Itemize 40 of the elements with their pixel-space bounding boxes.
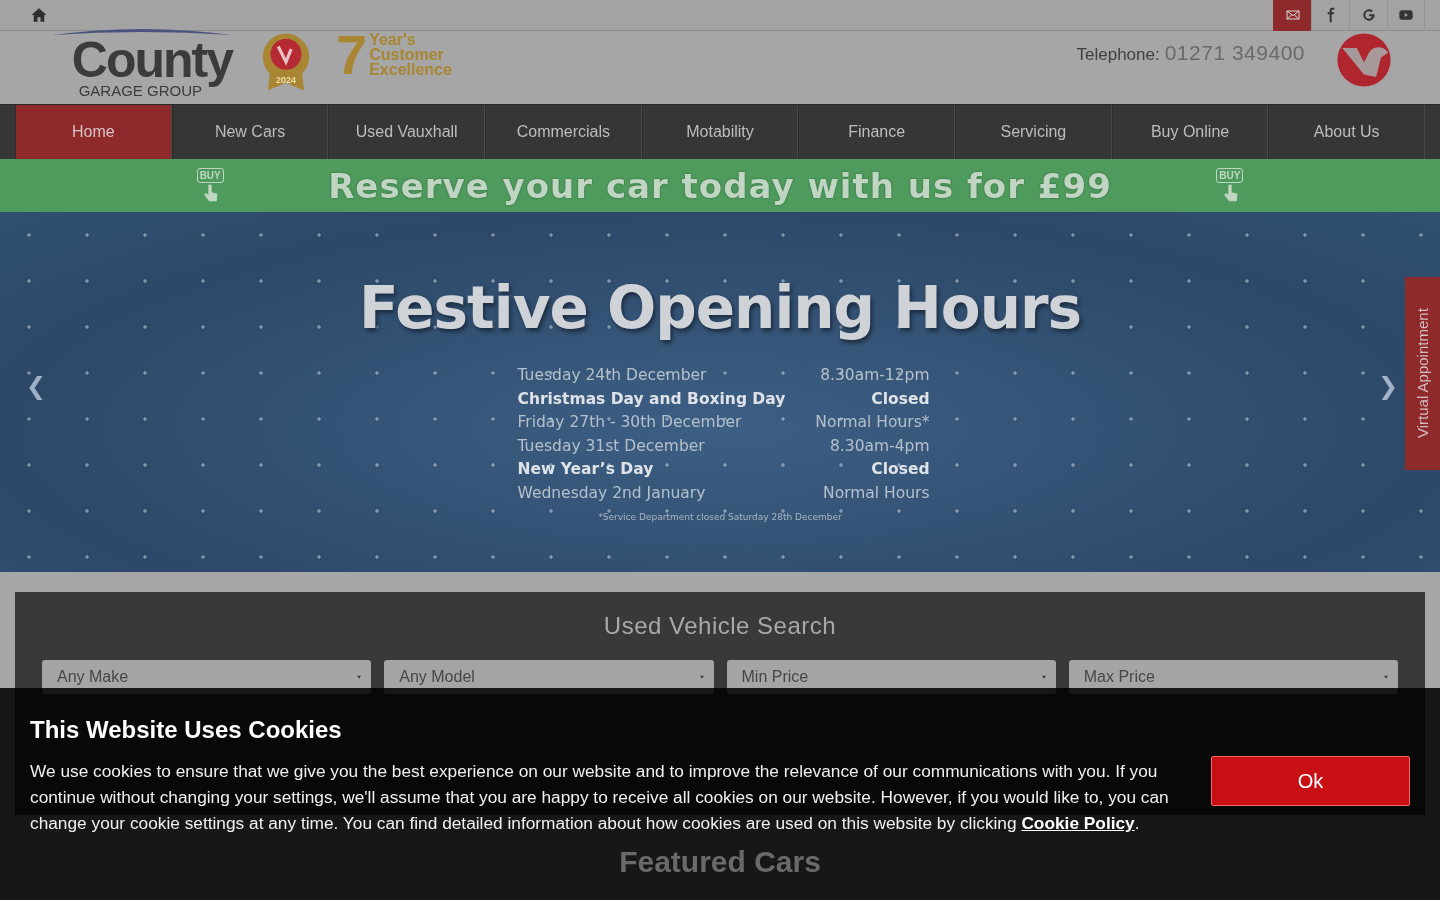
buy-label: BUY <box>1216 168 1244 183</box>
award-text: Year's <box>369 32 417 47</box>
next-slide-arrow[interactable]: ❯ <box>1377 372 1398 400</box>
previous-slide-arrow[interactable]: ❮ <box>26 372 47 400</box>
day-text: New Year’s Day <box>517 459 655 481</box>
award-text: Customer <box>369 47 445 62</box>
day-text: Tuesday 31st December <box>517 435 706 457</box>
youtube-icon <box>1398 7 1414 23</box>
hours-text: 8.30am-12pm <box>819 365 930 386</box>
day-text: Christmas Day and Boxing Day <box>517 388 786 410</box>
buy-label: BUY <box>196 168 224 183</box>
phone-label: Telephone: <box>1076 45 1160 65</box>
hero-title: Festive Opening Hours <box>358 274 1082 342</box>
hours-text: Normal Hours <box>822 482 930 504</box>
ok-button[interactable]: Ok <box>1211 756 1410 806</box>
cookie-title: This Website Uses Cookies <box>30 716 342 744</box>
section-title: Featured Cars <box>619 845 821 879</box>
cookie-notice-text: We use cookies to ensure that we give you the best experience on our website and to improve the relevance of our communications with you. If you continue without changing your settings, we'll assume that you are happy to receive all cookies on our website. However, if you would like to, you can change your cookie settings at any time. You can find detailed information about how cookies are used on this website by clicking Cookie Policy. <box>30 760 1170 835</box>
virtual-appointment-tab[interactable]: Virtual Appointment <box>1405 277 1440 470</box>
mail-icon <box>1284 7 1301 23</box>
footnote-text: *Service Department closed Saturday 28th December <box>598 511 842 522</box>
day-text: Wednesday 2nd January <box>517 482 707 504</box>
google-icon <box>1360 7 1377 23</box>
hours-text: Closed <box>870 388 930 410</box>
hours-text: 8.30am-4pm <box>829 435 930 457</box>
hours-text: Normal Hours* <box>815 412 930 434</box>
caret-icon <box>1382 673 1390 681</box>
day-text: Friday 27th - 30th December <box>517 412 743 434</box>
nav-tab[interactable]: Home <box>15 105 172 159</box>
badge-year: 2024 <box>275 75 297 85</box>
award-number: 7 <box>336 27 368 83</box>
cookie-policy-link[interactable]: Cookie Policy <box>1021 813 1135 833</box>
day-text: Tuesday 24th December <box>517 365 708 386</box>
award-text: Excellence <box>369 62 452 77</box>
promo-text: Reserve your car today with us for £99 <box>328 165 1112 206</box>
search-title: Used Vehicle Search <box>602 612 838 640</box>
social-link[interactable] <box>1273 0 1311 31</box>
hours-text: Closed <box>870 459 930 481</box>
home-icon[interactable] <box>30 6 48 24</box>
logo-tagline: GARAGE GROUP <box>78 83 202 99</box>
